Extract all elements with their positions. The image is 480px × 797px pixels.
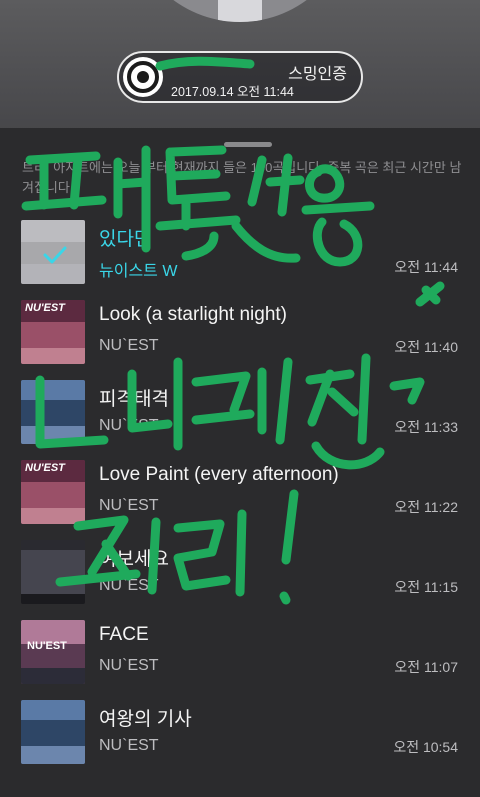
track-row[interactable]: 여보세요 NU`EST 오전 11:15 [0,534,480,614]
album-cover [128,0,352,22]
album-thumbnail [21,380,85,444]
track-time: 오전 11:33 [394,419,458,435]
track-title: 여왕의 기사 [99,709,192,730]
drag-handle[interactable] [224,142,272,147]
track-artist: NU`EST [99,577,159,594]
album-art-text: NU'EST [25,462,65,474]
track-artist: NU`EST [99,337,159,354]
album-thumbnail [21,540,85,604]
track-title: 피격태격 [99,389,169,410]
track-artist: 뉴이스트 W [99,263,178,280]
track-time: 오전 11:40 [394,339,458,355]
recent-tracks-sheet: 트리, 아지트에는 오늘 부터 현재까지 들은 100곡입니다. 중복 곡은 최… [0,128,480,797]
streaming-certification-badge[interactable]: 스밍인증 2017.09.14 오전 11:44 [117,51,363,103]
notice-text: 트리, 아지트에는 오늘 부터 현재까지 들은 100곡입니다. 중복 곡은 최… [22,160,462,195]
track-time: 오전 11:07 [394,659,458,675]
record-disc-icon [123,57,163,97]
cert-date: 2017.09.14 오전 11:44 [171,85,294,99]
album-thumbnail: NU'EST [21,620,85,684]
track-title: 여보세요 [99,549,169,570]
track-row[interactable]: NU'EST FACE NU`EST 오전 11:07 [0,614,480,694]
track-row[interactable]: 있다면 뉴이스트 W 오전 11:44 [0,214,480,294]
track-artist: NU`EST [99,497,159,514]
track-title: FACE [99,624,149,645]
album-thumbnail: NU'EST [21,300,85,364]
album-art-text: NU'EST [25,302,65,314]
track-row[interactable]: 피격태격 NU`EST 오전 11:33 [0,374,480,454]
track-title: Look (a starlight night) [99,304,287,325]
track-artist: NU`EST [99,417,159,434]
track-artist: NU`EST [99,657,159,674]
track-row[interactable]: NU'EST Look (a starlight night) NU`EST 오… [0,294,480,374]
track-time: 오전 11:22 [394,499,458,515]
checkmark-icon [43,246,67,264]
track-row[interactable]: 여왕의 기사 NU`EST 오전 10:54 [0,694,480,774]
track-title: Love Paint (every afternoon) [99,464,339,485]
track-row[interactable]: NU'EST Love Paint (every afternoon) NU`E… [0,454,480,534]
album-thumbnail [21,700,85,764]
track-time: 오전 11:44 [394,259,458,275]
track-title: 있다면 [99,229,152,250]
track-artist: NU`EST [99,737,159,754]
album-art-text: NU'EST [27,640,67,652]
track-time: 오전 10:54 [393,739,458,755]
album-thumbnail: NU'EST [21,460,85,524]
track-time: 오전 11:15 [394,579,458,595]
